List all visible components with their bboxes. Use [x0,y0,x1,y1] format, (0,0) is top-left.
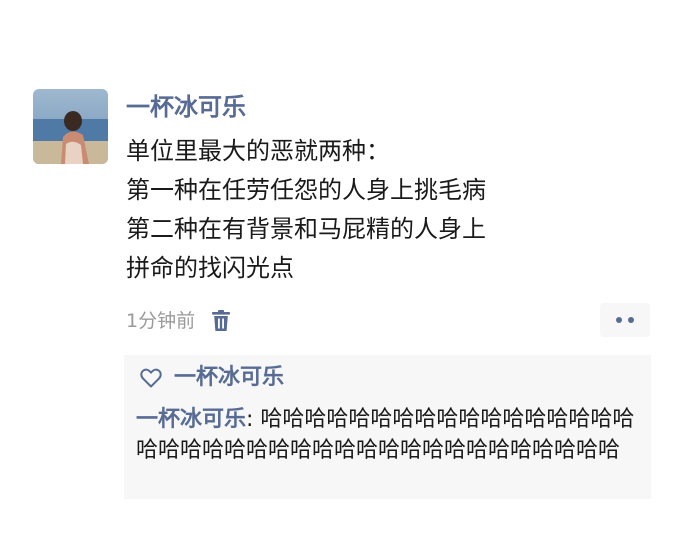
post-meta-row: 1分钟前 [126,304,231,338]
more-dot [628,317,634,323]
like-user-name[interactable]: 一杯冰可乐 [174,363,284,393]
post-content-line: 第一种在任劳任怨的人身上挑毛病 [126,176,486,204]
heart-icon [140,368,162,388]
comment-item[interactable]: 一杯冰可乐: 哈哈哈哈哈哈哈哈哈哈哈哈哈哈哈哈哈哈哈哈哈哈哈哈哈哈哈哈哈哈哈哈哈… [136,404,644,466]
post-content-line: 第二种在有背景和马屁精的人身上 [126,215,486,243]
trash-icon[interactable] [211,310,231,332]
comment-author[interactable]: 一杯冰可乐 [136,407,246,432]
avatar[interactable] [33,89,108,164]
post-content-line: 单位里最大的恶就两种： [126,137,390,165]
more-dots-icon[interactable] [600,303,650,337]
post-author-name[interactable]: 一杯冰可乐 [126,90,246,124]
comment-separator: : [246,407,261,432]
more-dot [616,317,622,323]
post-content: 单位里最大的恶就两种： 第一种在任劳任怨的人身上挑毛病 第二种在有背景和马屁精的… [126,132,666,288]
likes-row: 一杯冰可乐 [140,363,284,393]
post-timestamp: 1分钟前 [126,310,196,332]
post-content-line: 拼命的找闪光点 [126,254,294,282]
interaction-area: 一杯冰可乐 一杯冰可乐: 哈哈哈哈哈哈哈哈哈哈哈哈哈哈哈哈哈哈哈哈哈哈哈哈哈哈哈… [124,355,651,499]
